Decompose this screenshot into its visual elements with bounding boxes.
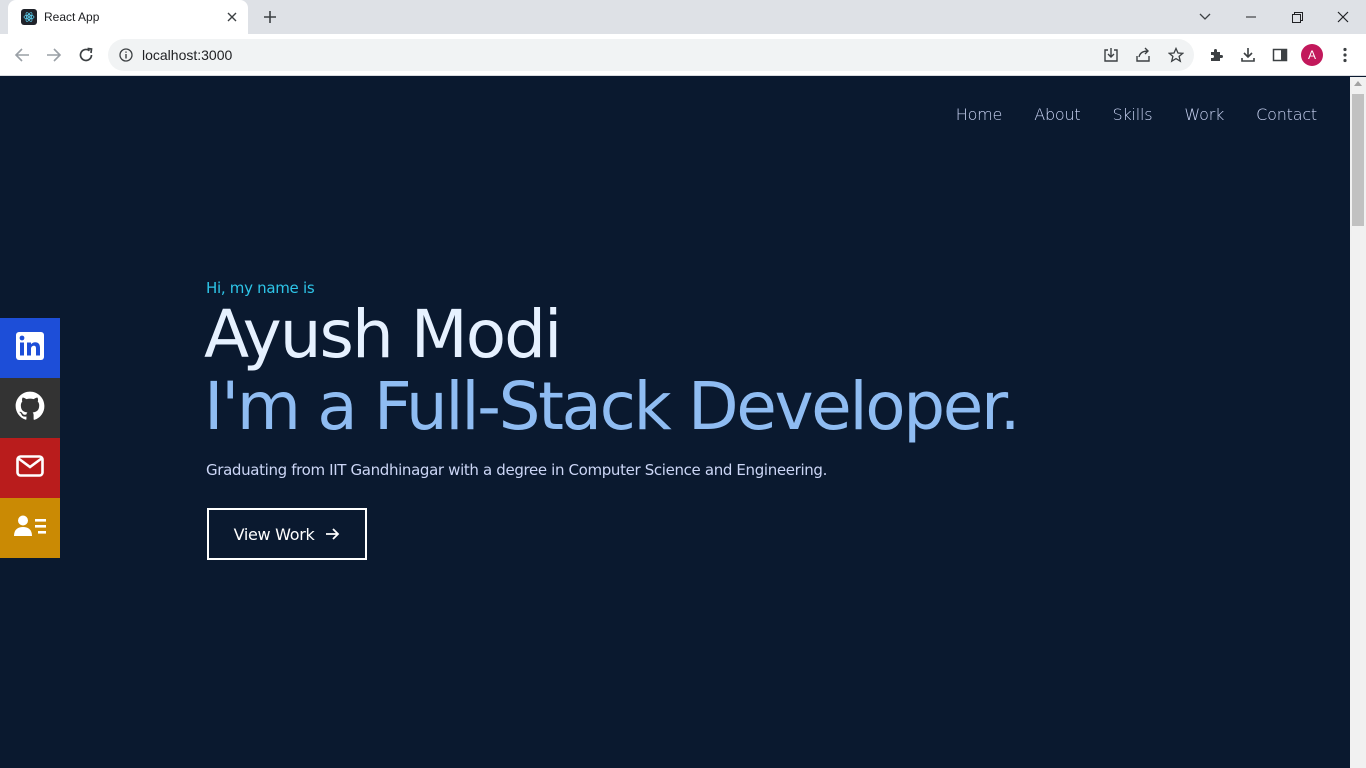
page-scrollbar[interactable]	[1350, 77, 1366, 768]
linkedin-link[interactable]	[0, 318, 60, 378]
nav-about[interactable]: About	[1034, 105, 1081, 124]
hero-role: I'm a Full-Stack Developer.	[204, 368, 1021, 445]
menu-kebab-icon[interactable]	[1333, 43, 1357, 67]
address-bar[interactable]: localhost:3000	[108, 39, 1194, 71]
scrollbar-thumb[interactable]	[1352, 94, 1364, 226]
hero-description: Graduating from IIT Gandhinagar with a d…	[206, 461, 828, 479]
browser-tab[interactable]: React App	[8, 0, 248, 34]
minimize-icon[interactable]	[1228, 0, 1274, 34]
browser-toolbar: localhost:3000 A	[0, 34, 1366, 76]
share-icon[interactable]	[1133, 45, 1153, 65]
forward-icon[interactable]	[40, 41, 68, 69]
linkedin-icon	[16, 331, 44, 365]
email-link[interactable]	[0, 438, 60, 498]
new-tab-icon[interactable]	[258, 5, 282, 29]
nav-work[interactable]: Work	[1184, 105, 1224, 124]
github-icon	[15, 391, 45, 426]
resume-icon	[14, 514, 46, 543]
page-viewport: Home About Skills Work Contact Hi, my na…	[0, 77, 1350, 768]
site-info-icon[interactable]	[118, 47, 134, 63]
back-icon[interactable]	[8, 41, 36, 69]
tab-search-icon[interactable]	[1182, 0, 1228, 34]
mail-icon	[16, 454, 44, 482]
tab-title: React App	[44, 10, 100, 24]
nav-home[interactable]: Home	[956, 105, 1003, 124]
arrow-right-icon	[326, 525, 340, 544]
install-app-icon[interactable]	[1101, 45, 1121, 65]
side-panel-icon[interactable]	[1268, 43, 1292, 67]
url-text: localhost:3000	[142, 47, 233, 63]
social-sidebar	[0, 318, 60, 558]
nav-contact[interactable]: Contact	[1256, 105, 1317, 124]
profile-avatar[interactable]: A	[1301, 44, 1323, 66]
view-work-button[interactable]: View Work	[207, 508, 367, 560]
downloads-icon[interactable]	[1236, 43, 1260, 67]
browser-titlebar: React App	[0, 0, 1366, 34]
site-navbar: Home About Skills Work Contact	[924, 105, 1317, 124]
nav-skills[interactable]: Skills	[1113, 105, 1153, 124]
react-favicon-icon	[21, 9, 37, 25]
close-window-icon[interactable]	[1320, 0, 1366, 34]
resume-link[interactable]	[0, 498, 60, 558]
github-link[interactable]	[0, 378, 60, 438]
bookmark-star-icon[interactable]	[1166, 45, 1186, 65]
hero-name: Ayush Modi	[204, 296, 562, 373]
reload-icon[interactable]	[72, 41, 100, 69]
extensions-icon[interactable]	[1204, 43, 1228, 67]
scroll-up-arrow-icon[interactable]	[1354, 81, 1362, 86]
restore-icon[interactable]	[1274, 0, 1320, 34]
close-tab-icon[interactable]	[224, 9, 240, 25]
view-work-label: View Work	[233, 524, 315, 544]
